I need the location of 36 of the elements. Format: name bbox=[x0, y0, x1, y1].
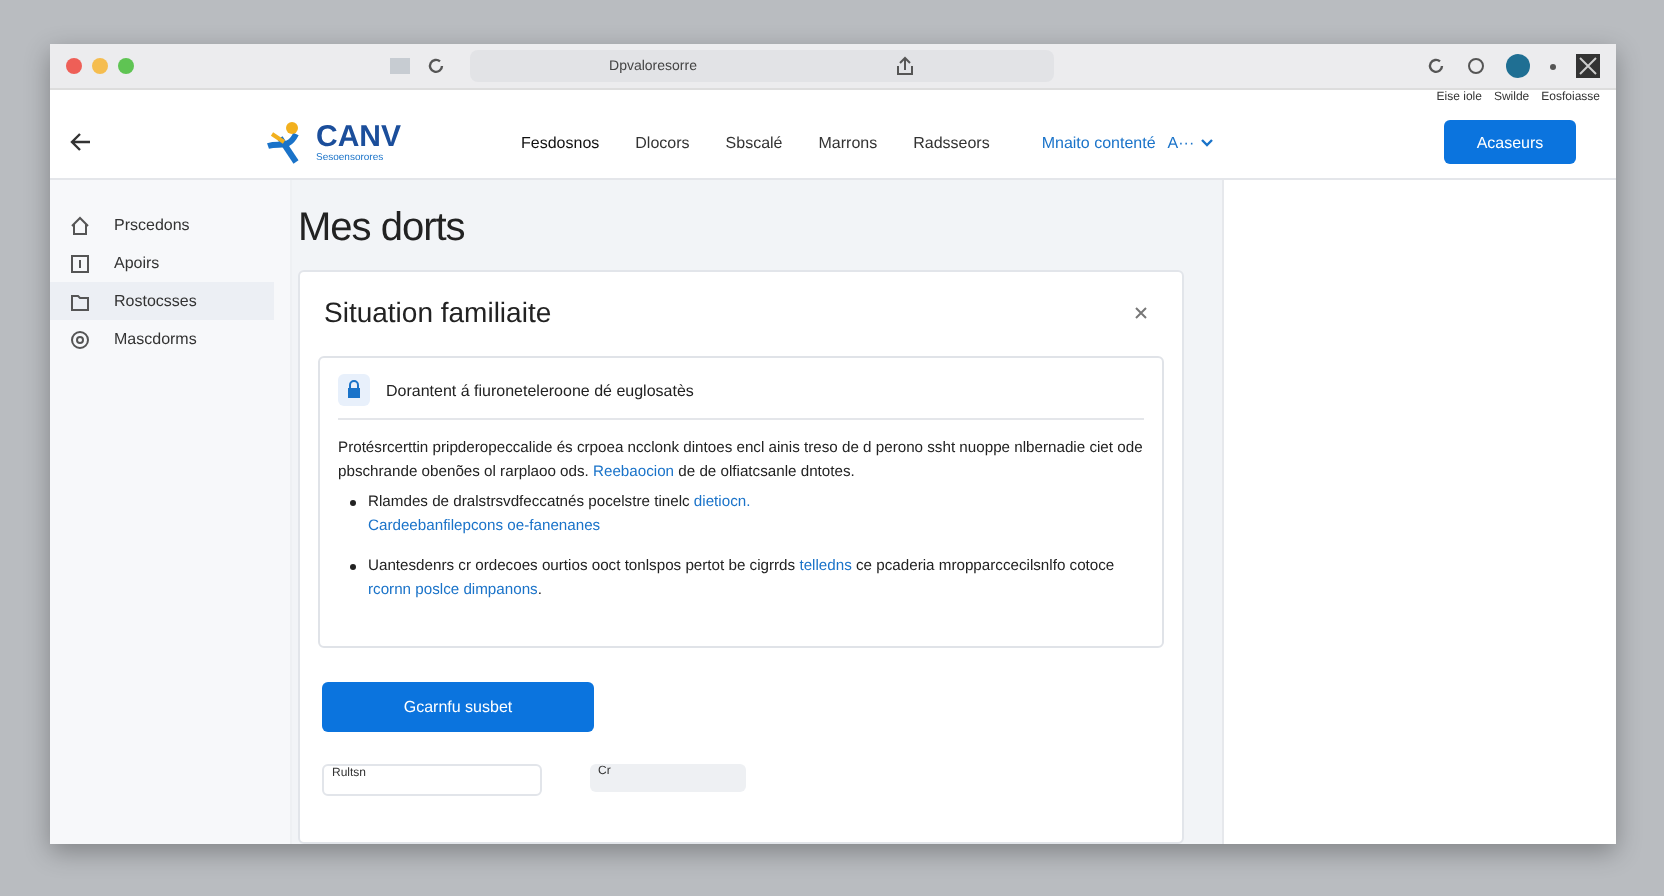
page-title: Mes dorts bbox=[298, 206, 467, 252]
minimize-icon bbox=[92, 58, 108, 74]
circle-icon bbox=[70, 329, 90, 349]
close-icon bbox=[66, 58, 82, 74]
logo-text: CANV bbox=[316, 121, 402, 151]
book-icon bbox=[70, 253, 90, 273]
close-icon bbox=[1134, 305, 1148, 319]
caret-icon bbox=[1200, 137, 1215, 147]
bullet-icon bbox=[350, 564, 356, 570]
language-selector[interactable]: A··· bbox=[1167, 133, 1215, 151]
share-icon bbox=[896, 56, 915, 76]
sidebar-item[interactable]: Prscedons bbox=[50, 206, 290, 244]
header-button[interactable]: Acaseurs bbox=[1444, 120, 1576, 164]
sidebar-item[interactable]: Rostocsses bbox=[50, 282, 274, 320]
nav-link[interactable]: Radsseors bbox=[913, 133, 990, 151]
folder-icon bbox=[70, 291, 90, 311]
zoom-icon bbox=[118, 58, 134, 74]
lock-icon bbox=[338, 374, 370, 406]
nav-link[interactable]: Marrons bbox=[818, 133, 878, 151]
sidebar-item[interactable]: Apoirs bbox=[50, 244, 290, 282]
contact-link[interactable]: Mnaito contenté bbox=[1041, 133, 1156, 151]
reload-icon bbox=[426, 56, 446, 76]
bullet-icon bbox=[350, 500, 356, 506]
notice-title: Dorantent á fiuroneteleroone dé euglosatès bbox=[386, 381, 694, 399]
home-icon bbox=[70, 215, 90, 235]
back-arrow-icon bbox=[70, 132, 92, 152]
submit-button[interactable]: Gcarnfu susbet bbox=[322, 682, 594, 732]
extension-icon bbox=[1576, 54, 1600, 78]
nav-link[interactable]: Sbscalé bbox=[725, 133, 783, 151]
refresh-icon bbox=[1426, 56, 1446, 76]
card-title: Situation familiaite bbox=[324, 296, 552, 328]
nav-link[interactable]: Fesdosnos bbox=[521, 133, 600, 151]
circle-icon bbox=[1466, 56, 1486, 76]
nav-link[interactable]: Dlocors bbox=[635, 133, 690, 151]
sidebar-item[interactable]: Mascdorms bbox=[50, 320, 290, 358]
dot-icon bbox=[1550, 63, 1556, 69]
